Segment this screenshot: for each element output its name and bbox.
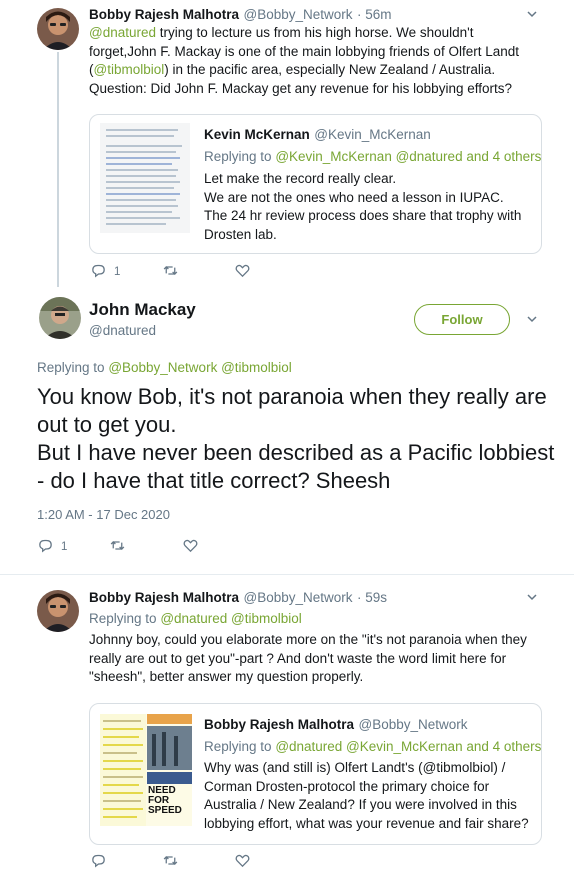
like-button[interactable] (234, 852, 251, 872)
like-icon (234, 262, 251, 282)
tweet-time[interactable]: · 59s (357, 590, 387, 605)
reply-icon (90, 262, 107, 282)
tweet-header: Bobby Rajesh Malhotra @Bobby_Network · 5… (89, 589, 387, 607)
retweet-button[interactable] (162, 262, 234, 282)
reply-count: 1 (114, 266, 121, 278)
retweet-icon (162, 262, 179, 282)
quoted-text: Let make the record really clear. We are… (204, 171, 522, 242)
follow-button[interactable]: Follow (414, 304, 510, 335)
main-tweet-text: You know Bob, it's not paranoia when the… (37, 384, 555, 493)
tweet-actions: 1 (37, 537, 199, 557)
quoted-text: Why was (and still is) Olfert Landt's (@… (204, 760, 529, 831)
replying-to: Replying to @Bobby_Network @tibmolbiol (37, 360, 292, 375)
replying-to-links[interactable]: @Kevin_McKernan @dnatured and 4 others (275, 149, 541, 164)
reply-icon (90, 852, 107, 872)
quoted-author-name[interactable]: Bobby Rajesh Malhotra (204, 717, 354, 732)
quoted-replying-to: Replying to @Kevin_McKernan @dnatured an… (204, 149, 542, 164)
reply-count: 1 (61, 541, 68, 553)
mention-link[interactable]: @dnatured (89, 25, 156, 40)
reply-button[interactable]: 1 (90, 262, 162, 282)
mention-link[interactable]: @tibmolbiol (94, 62, 165, 77)
author-name[interactable]: John Mackay (89, 300, 196, 320)
author-handle[interactable]: @Bobby_Network (243, 590, 352, 605)
replying-to-links[interactable]: @dnatured @tibmolbiol (160, 611, 301, 626)
quoted-author-handle[interactable]: @Kevin_McKernan (314, 127, 431, 142)
reply-icon (37, 537, 54, 557)
chevron-down-icon[interactable] (526, 313, 538, 328)
tweet-actions (90, 852, 251, 872)
author-name[interactable]: Bobby Rajesh Malhotra (89, 7, 239, 22)
tweet-text: Johnny boy, could you elaborate more on … (89, 632, 527, 684)
tweet-text: @dnatured trying to lecture us from his … (89, 25, 519, 96)
tweet-actions: 1 (90, 262, 251, 282)
reply-button[interactable] (90, 852, 162, 872)
like-button[interactable] (234, 262, 251, 282)
quoted-header: Kevin McKernan @Kevin_McKernan (204, 126, 431, 144)
quoted-author-name[interactable]: Kevin McKernan (204, 127, 310, 142)
quoted-tweet[interactable]: Kevin McKernan @Kevin_McKernan Replying … (89, 114, 542, 254)
like-icon (234, 852, 251, 872)
avatar[interactable] (37, 590, 79, 632)
author-handle[interactable]: @dnatured (89, 323, 196, 338)
main-author: John Mackay @dnatured (89, 300, 196, 338)
retweet-button[interactable] (109, 537, 182, 557)
quoted-image (100, 123, 190, 233)
quoted-author-handle[interactable]: @Bobby_Network (358, 717, 467, 732)
divider (0, 574, 574, 575)
author-handle[interactable]: @Bobby_Network (243, 7, 352, 22)
quoted-header: Bobby Rajesh Malhotra @Bobby_Network (204, 716, 468, 734)
retweet-button[interactable] (162, 852, 234, 872)
quoted-tweet[interactable]: NEED FOR SPEED Bobby Rajesh Malhotra @Bo… (89, 703, 542, 845)
tweet-header: Bobby Rajesh Malhotra @Bobby_Network · 5… (89, 6, 391, 24)
tweet-timestamp[interactable]: 1:20 AM - 17 Dec 2020 (37, 507, 170, 522)
retweet-icon (162, 852, 179, 872)
quoted-image: NEED FOR SPEED (100, 714, 192, 826)
chevron-down-icon[interactable] (526, 591, 538, 606)
author-name[interactable]: Bobby Rajesh Malhotra (89, 590, 239, 605)
chevron-down-icon[interactable] (526, 8, 538, 23)
thread-line (57, 52, 59, 287)
tweet-time[interactable]: · 56m (357, 7, 392, 22)
avatar[interactable] (37, 8, 79, 50)
like-button[interactable] (182, 537, 199, 557)
thumb-headline: NEED FOR SPEED (148, 785, 182, 816)
retweet-icon (109, 537, 126, 557)
avatar[interactable] (39, 297, 81, 339)
replying-to-links[interactable]: @Bobby_Network @tibmolbiol (108, 360, 291, 375)
reply-button[interactable]: 1 (37, 537, 109, 557)
quoted-replying-to: Replying to @dnatured @Kevin_McKernan an… (204, 739, 542, 754)
replying-to: Replying to @dnatured @tibmolbiol (89, 611, 302, 626)
like-icon (182, 537, 199, 557)
replying-to-links[interactable]: @dnatured @Kevin_McKernan and 4 others (275, 739, 541, 754)
